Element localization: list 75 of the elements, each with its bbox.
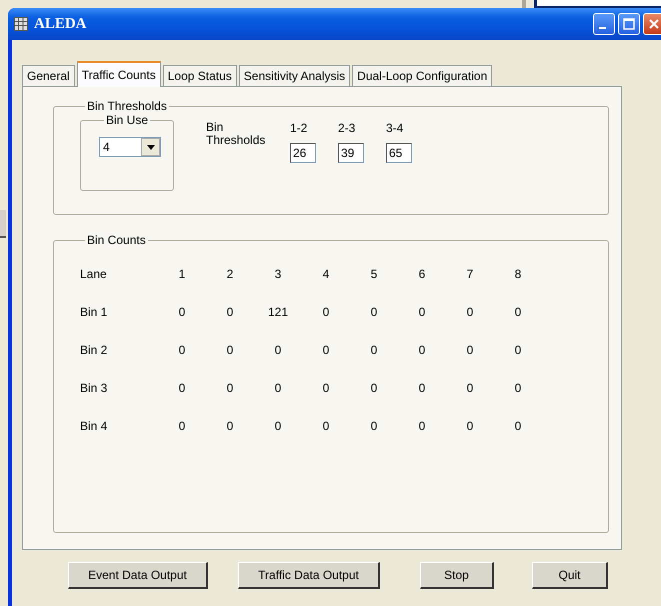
table-cell: 0	[466, 381, 474, 395]
button-edge	[0, 210, 6, 238]
threshold-field[interactable]: 65	[386, 143, 412, 163]
maximize-button[interactable]	[618, 13, 640, 35]
action-button[interactable]: Traffic Data Output	[238, 562, 380, 589]
column-header: 4	[322, 267, 330, 281]
column-header: 1-2	[290, 121, 308, 137]
close-icon	[648, 18, 660, 30]
column-header: 6	[418, 267, 426, 281]
table-cell: 0	[226, 419, 234, 433]
table-cell: 0	[274, 381, 282, 395]
tab[interactable]: General	[22, 65, 75, 86]
table-cell: 0	[418, 419, 426, 433]
column-header: 3	[274, 267, 282, 281]
table-cell: 0	[370, 419, 378, 433]
table-cell: 0	[226, 343, 234, 357]
table-cell: 0	[274, 343, 282, 357]
column-header: 5	[370, 267, 378, 281]
column-header: 8	[514, 267, 522, 281]
table-cell: 0	[226, 381, 234, 395]
row-label: Bin 3	[80, 381, 108, 395]
row-label: Bin 2	[80, 343, 108, 357]
row-label: Bin 1	[80, 305, 108, 319]
column-header: 7	[466, 267, 474, 281]
table-cell: 0	[322, 419, 330, 433]
table-cell: 0	[178, 381, 186, 395]
table-cell: 0	[322, 343, 330, 357]
table-cell: 0	[466, 343, 474, 357]
bin-use-dropdown[interactable]: 4	[99, 137, 161, 157]
action-button[interactable]: Stop	[420, 562, 494, 589]
tab[interactable]: Traffic Counts	[76, 61, 161, 87]
minimize-button[interactable]	[593, 13, 615, 35]
dropdown-arrow-icon	[146, 144, 154, 150]
column-header: 2-3	[338, 121, 356, 137]
window-title: ALEDA	[34, 16, 88, 32]
tab[interactable]: Dual-Loop Configuration	[352, 65, 492, 86]
table-cell: 0	[418, 343, 426, 357]
table-cell: 0	[418, 381, 426, 395]
table-cell: 0	[226, 305, 234, 319]
action-button[interactable]: Quit	[532, 562, 608, 589]
table-cell: 0	[418, 305, 426, 319]
table-cell: 0	[514, 343, 522, 357]
table-cell: 0	[178, 343, 186, 357]
tab[interactable]: Sensitivity Analysis	[238, 65, 350, 86]
table-cell: 0	[370, 381, 378, 395]
action-button[interactable]: Event Data Output	[68, 562, 208, 589]
group-title: Bin Thresholds	[86, 99, 168, 113]
threshold-field[interactable]: 26	[290, 143, 316, 163]
table-cell: 0	[322, 305, 330, 319]
table-cell: 0	[514, 305, 522, 319]
column-header: 1	[178, 267, 186, 281]
column-header: Lane	[80, 267, 107, 281]
table-cell: 0	[466, 419, 474, 433]
close-button[interactable]	[643, 13, 661, 35]
column-header: 3-4	[386, 121, 404, 137]
field-label: Bin Thresholds	[206, 121, 266, 149]
table-cell: 0	[274, 419, 282, 433]
minimize-icon	[599, 27, 606, 29]
grid-icon	[14, 17, 28, 31]
group-title: Bin Counts	[86, 233, 147, 247]
table-cell: 0	[178, 305, 186, 319]
table-cell: 121	[268, 305, 288, 319]
column-header: 2	[226, 267, 234, 281]
maximize-icon	[623, 18, 635, 30]
table-cell: 0	[514, 381, 522, 395]
table-cell: 0	[322, 381, 330, 395]
table-cell: 0	[370, 305, 378, 319]
group-title: Bin Use	[105, 113, 150, 127]
table-cell: 0	[514, 419, 522, 433]
threshold-field[interactable]: 39	[338, 143, 364, 163]
table-cell: 0	[466, 305, 474, 319]
table-cell: 0	[178, 419, 186, 433]
tab[interactable]: Loop Status	[162, 65, 237, 86]
row-label: Bin 4	[80, 419, 108, 433]
table-cell: 0	[370, 343, 378, 357]
